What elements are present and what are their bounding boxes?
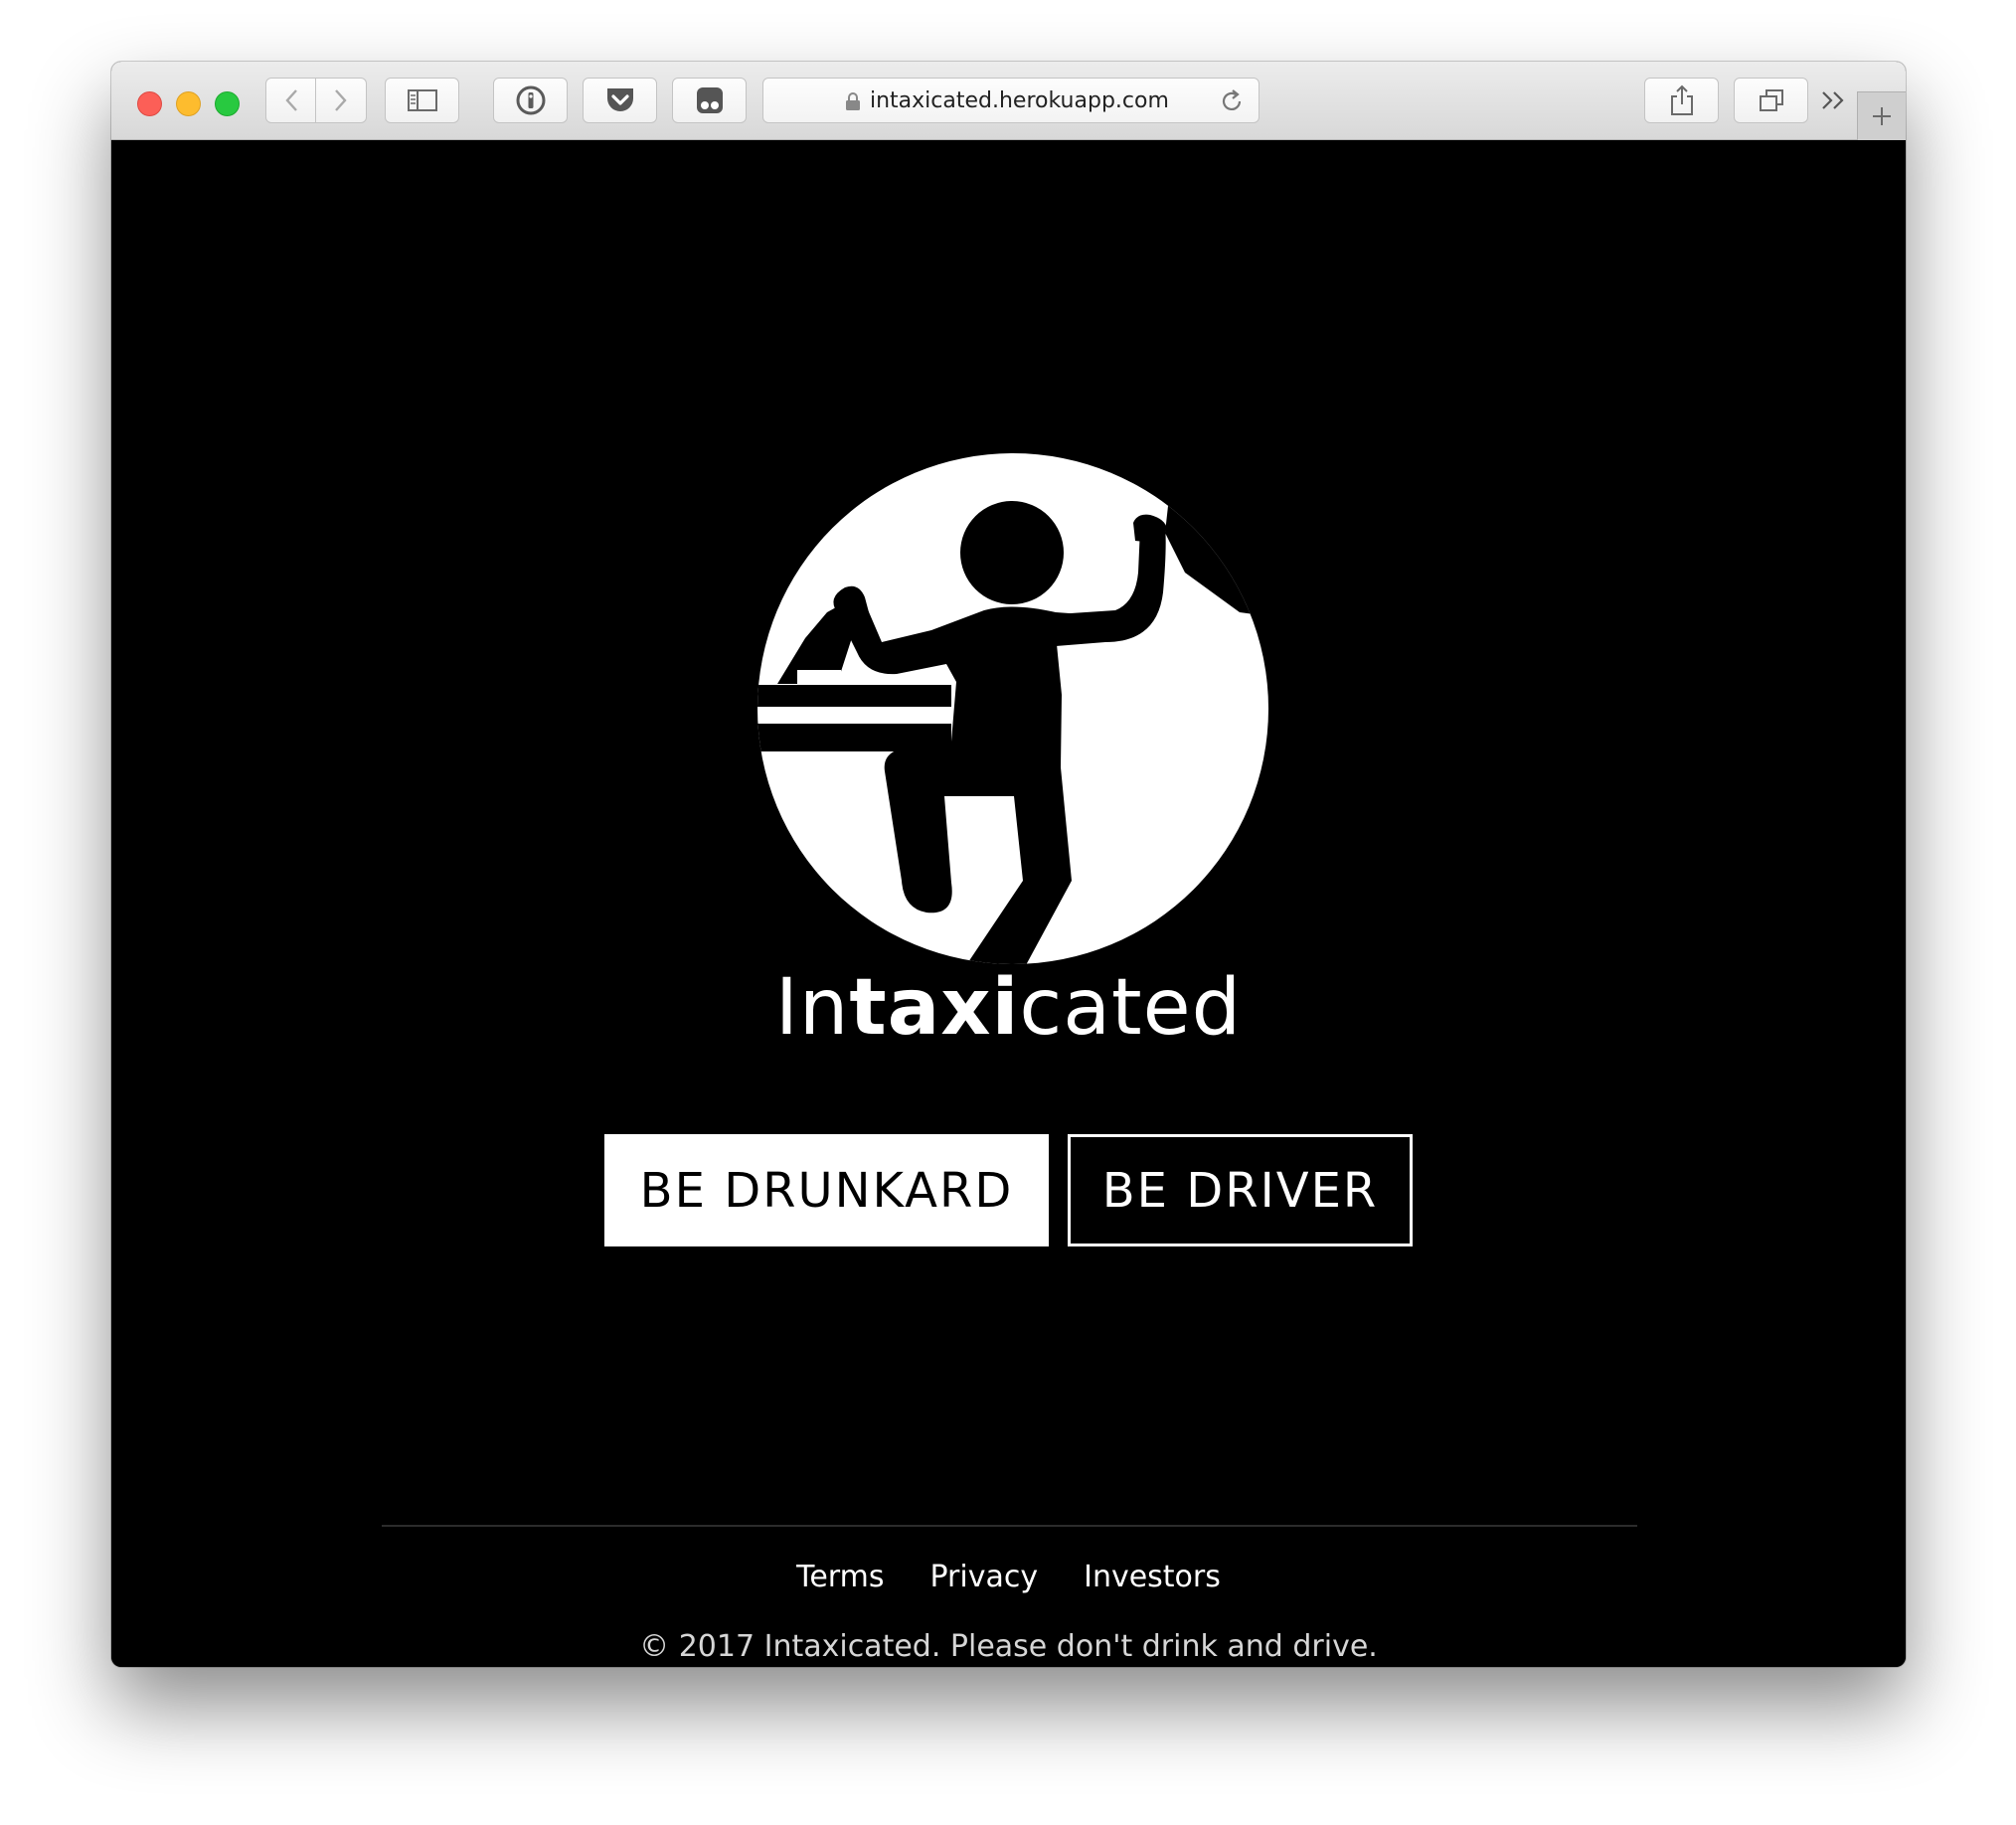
page-content: Intaxicated BE DRUNKARD BE DRIVER Terms … [111, 140, 1906, 1667]
ghostery-icon [696, 87, 723, 113]
copyright-text: © 2017 Intaxicated. Please don't drink a… [639, 1629, 1378, 1664]
sidebar-button[interactable] [385, 78, 459, 123]
minimize-window-button[interactable] [176, 91, 201, 116]
password-manager-button[interactable] [493, 78, 568, 123]
investors-link[interactable]: Investors [1084, 1560, 1221, 1594]
share-button[interactable] [1644, 78, 1719, 123]
privacy-link[interactable]: Privacy [929, 1560, 1038, 1594]
password-manager-icon [516, 85, 545, 115]
footer-links: Terms Privacy Investors [111, 1560, 1906, 1594]
plus-icon [1873, 107, 1891, 125]
brand-suffix: cated [1019, 963, 1243, 1053]
back-button[interactable] [265, 78, 316, 123]
new-tab-button[interactable] [1857, 91, 1906, 140]
browser-window: intaxicated.herokuapp.com Intaxicated BE… [111, 62, 1906, 1667]
be-driver-button[interactable]: BE DRIVER [1068, 1134, 1413, 1246]
footer-divider [382, 1525, 1637, 1527]
tabs-overview-button[interactable] [1734, 78, 1808, 123]
be-drunkard-button[interactable]: BE DRUNKARD [604, 1134, 1049, 1246]
drunk-person-icon [757, 453, 1268, 964]
ghostery-button[interactable] [672, 78, 747, 123]
pocket-icon [606, 88, 633, 111]
share-icon [1670, 84, 1693, 115]
chevron-left-icon [284, 89, 297, 111]
brand-bold: taxi [849, 963, 1020, 1053]
reload-icon[interactable] [1219, 88, 1245, 114]
forward-button[interactable] [316, 78, 367, 123]
chevron-right-icon [335, 89, 347, 111]
url-text: intaxicated.herokuapp.com [870, 88, 1169, 113]
fullscreen-window-button[interactable] [215, 91, 240, 116]
brand-wordmark: Intaxicated [111, 963, 1906, 1053]
brand-prefix: In [774, 963, 850, 1053]
tabs-overview-icon [1759, 89, 1783, 111]
sidebar-icon [407, 89, 437, 111]
lock-icon [846, 92, 860, 110]
close-window-button[interactable] [137, 91, 162, 116]
browser-toolbar: intaxicated.herokuapp.com [111, 62, 1906, 140]
address-bar[interactable]: intaxicated.herokuapp.com [762, 78, 1260, 123]
history-nav [265, 78, 367, 123]
pocket-button[interactable] [583, 78, 657, 123]
double-chevron-icon[interactable] [1819, 89, 1849, 111]
terms-link[interactable]: Terms [796, 1560, 884, 1594]
